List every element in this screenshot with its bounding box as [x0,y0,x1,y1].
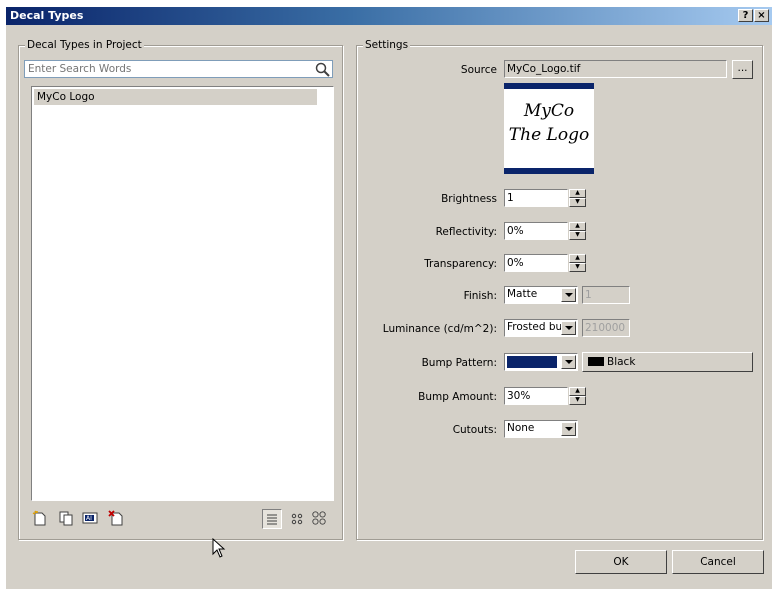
brightness-label: Brightness [441,193,497,205]
settings-legend: Settings [363,39,411,51]
bump-pattern-label: Bump Pattern: [421,357,497,369]
title-bar: Decal Types ? × [6,7,772,25]
brightness-input[interactable]: 1 [504,189,568,207]
cutouts-select[interactable]: None [504,420,578,438]
brightness-spinner[interactable]: ▲ ▼ [569,189,586,207]
bump-pattern-select[interactable] [504,353,578,371]
copy-decal-icon[interactable] [58,510,74,526]
color-swatch [588,357,604,366]
finish-select[interactable]: Matte [504,286,578,304]
search-icon[interactable] [315,62,330,77]
close-button[interactable]: × [754,9,769,22]
chevron-down-icon[interactable] [561,355,576,369]
bump-amount-spinner[interactable]: ▲ ▼ [569,387,586,405]
finish-label: Finish: [463,290,497,302]
cancel-button[interactable]: Cancel [672,550,764,574]
search-input[interactable] [28,62,308,76]
svg-text:AI: AI [86,515,92,522]
large-icons-view-icon[interactable] [311,510,327,526]
luminance-select[interactable]: Frosted bu [504,319,578,337]
decal-types-legend: Decal Types in Project [25,39,144,51]
browse-button[interactable]: ... [732,60,753,79]
bump-color-name: Black [607,356,636,368]
list-view-button[interactable] [262,509,282,529]
search-box [24,60,333,78]
finish-value: Matte [507,288,538,300]
source-field[interactable]: MyCo_Logo.tif [504,60,727,78]
decal-types-list[interactable]: MyCo Logo [31,86,334,501]
rename-decal-icon[interactable]: AI [82,510,98,526]
chevron-down-icon[interactable] [561,288,576,302]
transparency-input[interactable]: 0% [504,254,568,272]
small-icons-view-icon[interactable] [289,511,305,527]
delete-decal-icon[interactable] [108,510,124,526]
bump-amount-input[interactable]: 30% [504,387,568,405]
chevron-down-icon[interactable] [561,321,576,335]
bump-amount-label: Bump Amount: [418,391,497,403]
list-item[interactable]: MyCo Logo [34,89,317,105]
reflectivity-spinner[interactable]: ▲ ▼ [569,222,586,240]
luminance-value: Frosted bu [507,321,563,333]
logo-line-1: MyCo [523,101,575,121]
logo-line-2: The Logo [508,125,590,145]
bump-color-button[interactable]: Black [582,352,753,372]
ok-button[interactable]: OK [575,550,667,574]
cutouts-value: None [507,422,535,434]
new-decal-icon[interactable] [32,510,48,526]
luminance-label: Luminance (cd/m^2): [382,323,497,335]
reflectivity-input[interactable]: 0% [504,222,568,240]
transparency-label: Transparency: [424,258,497,270]
source-label: Source [460,64,497,76]
transparency-spinner[interactable]: ▲ ▼ [569,254,586,272]
list-view-icon [267,514,277,525]
window-title: Decal Types [10,9,84,22]
help-button[interactable]: ? [738,9,753,22]
reflectivity-label: Reflectivity: [435,226,497,238]
mouse-cursor-icon [212,538,226,558]
bump-pattern-swatch [506,355,558,369]
cutouts-label: Cutouts: [452,424,497,436]
finish-extra-field: 1 [582,286,630,304]
luminance-extra-field: 210000 [582,319,630,337]
decal-preview-image: MyCo The Logo [504,83,594,174]
chevron-down-icon[interactable] [561,422,576,436]
